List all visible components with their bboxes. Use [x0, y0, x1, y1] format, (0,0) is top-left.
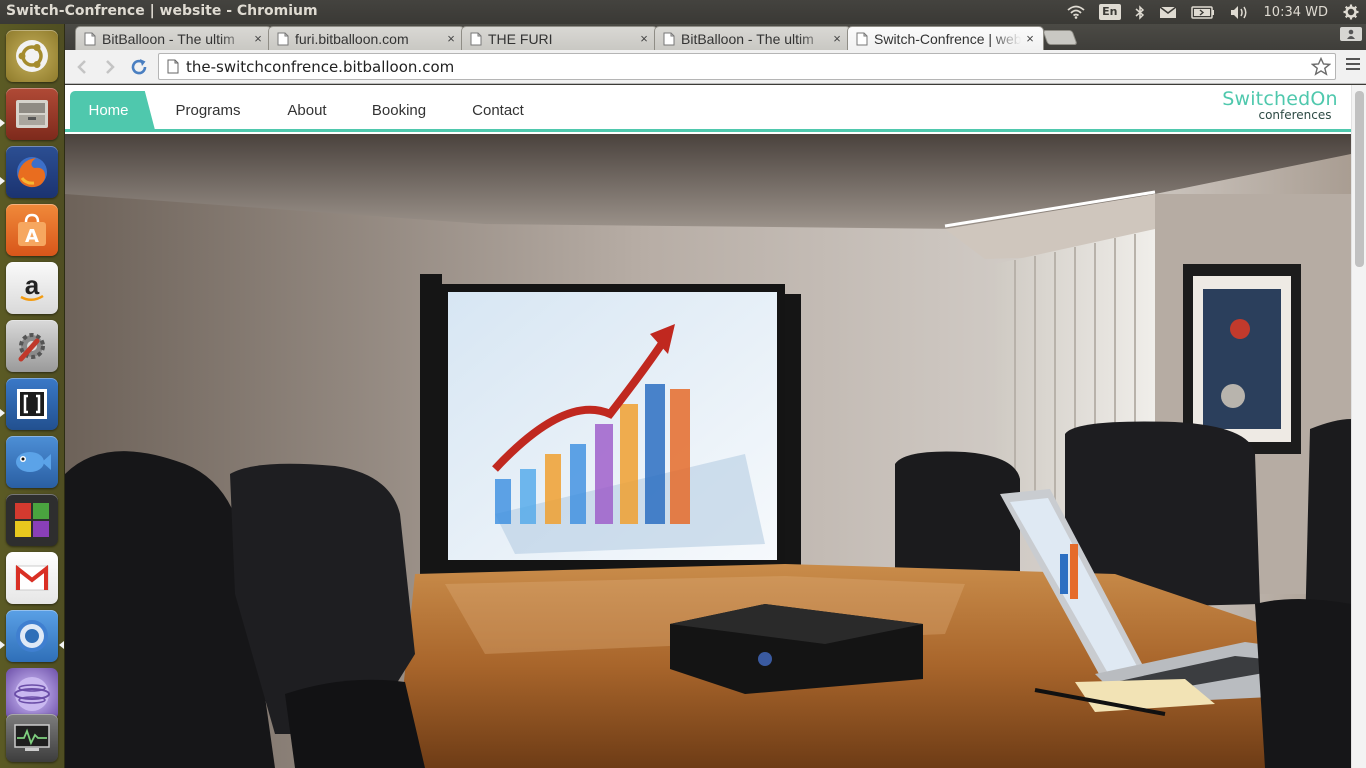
tab-title: furi.bitballoon.com — [295, 30, 409, 47]
logo-sub-text: conferences — [1258, 108, 1332, 122]
site-navbar: Home Programs About Booking Contact Swit… — [65, 85, 1351, 132]
firefox-running-pip — [0, 177, 5, 185]
tab-close-icon[interactable]: × — [637, 31, 651, 46]
brackets-icon[interactable] — [6, 378, 58, 430]
orb-app-icon[interactable] — [6, 668, 58, 720]
amazon-icon[interactable]: a — [6, 262, 58, 314]
tab-the-furi[interactable]: THE FURI × — [461, 26, 658, 50]
tab-switch-confrence[interactable]: Switch-Confrence | web × — [847, 26, 1044, 50]
page-icon — [663, 32, 675, 45]
top-panel: Switch-Confrence | website - Chromium En… — [0, 0, 1366, 24]
volume-icon[interactable] — [1222, 0, 1256, 24]
clock[interactable]: 10:34 WD — [1256, 5, 1336, 20]
fish-app-icon[interactable] — [6, 436, 58, 488]
tab-bitballoon-1[interactable]: BitBalloon - The ultim × — [75, 26, 272, 50]
mail-icon[interactable] — [1152, 0, 1184, 24]
address-bar[interactable]: the-switchconfrence.bitballoon.com — [158, 53, 1336, 80]
tab-strip: BitBalloon - The ultim × furi.bitballoon… — [65, 24, 1366, 50]
scrollbar-thumb[interactable] — [1355, 91, 1364, 267]
browser-toolbar: the-switchconfrence.bitballoon.com — [65, 50, 1366, 84]
site-logo[interactable]: SwitchedOn conferences — [1209, 89, 1351, 125]
web-viewport: Home Programs About Booking Contact Swit… — [65, 85, 1351, 768]
chrome-menu-icon[interactable] — [1346, 58, 1360, 73]
bluetooth-icon[interactable] — [1128, 0, 1152, 24]
tab-furi[interactable]: furi.bitballoon.com × — [268, 26, 465, 50]
wifi-icon[interactable] — [1060, 0, 1092, 24]
svg-text:a: a — [25, 270, 40, 300]
gmail-icon[interactable] — [6, 552, 58, 604]
nav-programs[interactable]: Programs — [160, 91, 256, 130]
hero-image — [65, 134, 1351, 768]
battery-icon[interactable] — [1184, 0, 1222, 24]
forward-icon[interactable] — [99, 56, 121, 78]
tab-close-icon[interactable]: × — [1023, 31, 1037, 46]
tab-title: BitBalloon - The ultim — [681, 30, 814, 47]
page-scrollbar[interactable] — [1351, 85, 1366, 768]
nav-home[interactable]: Home — [70, 91, 155, 130]
chromium-running-pip — [0, 641, 5, 649]
firefox-icon[interactable] — [6, 146, 58, 198]
tab-close-icon[interactable]: × — [830, 31, 844, 46]
tab-title: Switch-Confrence | web — [874, 30, 1021, 47]
system-settings-icon[interactable] — [6, 320, 58, 372]
files-running-pip — [0, 119, 5, 127]
workspaces-icon[interactable] — [6, 494, 58, 546]
url-text[interactable]: the-switchconfrence.bitballoon.com — [186, 58, 454, 76]
new-tab-button[interactable] — [1042, 30, 1078, 45]
profile-icon[interactable] — [1340, 27, 1362, 41]
tab-title: THE FURI — [488, 30, 553, 47]
indicator-area: En 10:34 WD — [1060, 0, 1366, 24]
page-icon — [277, 32, 289, 45]
ubuntu-dash-icon[interactable] — [6, 30, 58, 82]
page-icon — [470, 32, 482, 45]
back-icon[interactable] — [71, 56, 93, 78]
logo-main-text: SwitchedOn — [1222, 88, 1338, 110]
nav-about[interactable]: About — [270, 91, 344, 130]
keyboard-layout-indicator[interactable]: En — [1092, 0, 1127, 24]
reload-icon[interactable] — [128, 56, 150, 78]
files-icon[interactable] — [6, 88, 58, 140]
launcher: A a — [0, 24, 65, 768]
window-title: Switch-Confrence | website - Chromium — [6, 3, 318, 19]
keyboard-layout-label: En — [1099, 4, 1121, 20]
system-monitor-icon[interactable] — [6, 714, 58, 762]
page-icon — [84, 32, 96, 45]
power-gear-icon[interactable] — [1336, 0, 1366, 24]
tab-close-icon[interactable]: × — [251, 31, 265, 46]
svg-text:A: A — [25, 226, 39, 247]
tab-bitballoon-2[interactable]: BitBalloon - The ultim × — [654, 26, 851, 50]
page-icon — [856, 32, 868, 45]
chromium-icon[interactable] — [6, 610, 58, 662]
software-center-icon[interactable]: A — [6, 204, 58, 256]
tab-title: BitBalloon - The ultim — [102, 30, 235, 47]
nav-contact[interactable]: Contact — [459, 91, 537, 130]
brackets-running-pip — [0, 409, 5, 417]
tab-close-icon[interactable]: × — [444, 31, 458, 46]
page-icon — [167, 59, 179, 74]
bookmark-star-icon[interactable] — [1311, 57, 1331, 76]
chromium-focused-pip — [59, 641, 64, 649]
nav-booking[interactable]: Booking — [359, 91, 439, 130]
